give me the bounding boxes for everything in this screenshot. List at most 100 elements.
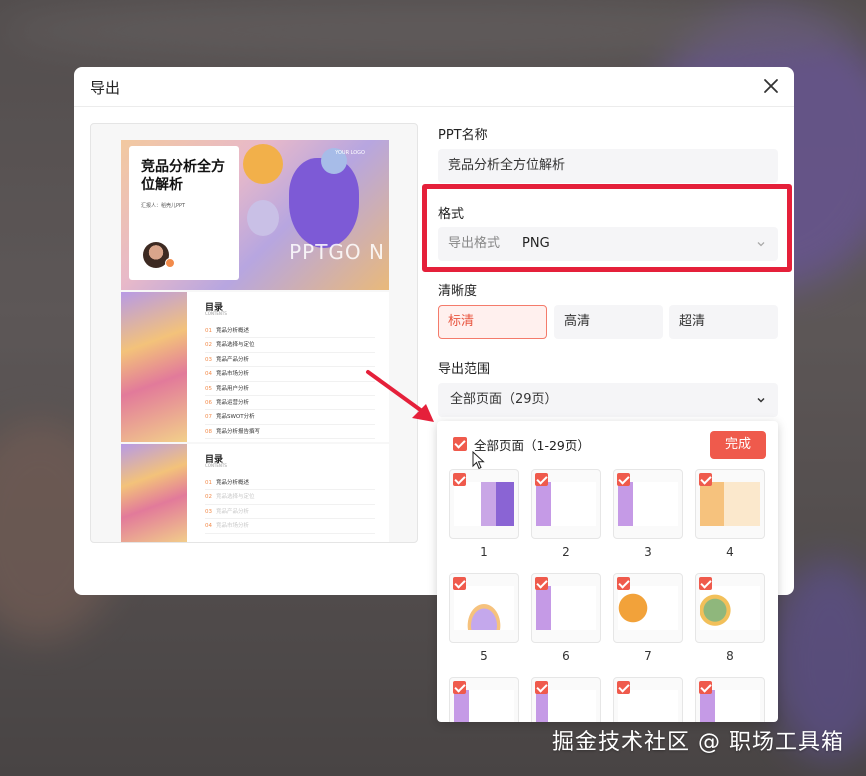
- watermark: 掘金技术社区 @ 职场工具箱: [552, 730, 844, 755]
- page-number: 3: [644, 545, 652, 559]
- toc-label: 竞品用户分析: [216, 385, 250, 392]
- toc-item: 03 竞品产品分析: [205, 505, 375, 520]
- highlight-box: [422, 184, 792, 272]
- page-number: 6: [562, 649, 570, 663]
- slide-preview-toc: 目录 CONTENTS 01 竞品分析概述 02 竞品选择与定位 03 竞品产品分析 …: [121, 444, 389, 542]
- page-checkbox[interactable]: [617, 577, 630, 590]
- toc-num: 03: [205, 508, 212, 515]
- page-number: 8: [726, 649, 734, 663]
- toc-label: 竞品产品分析: [216, 356, 250, 363]
- quality-option-standard[interactable]: 标清: [438, 305, 547, 339]
- thumbnail-image: [695, 573, 765, 643]
- toc-num: 08: [205, 428, 212, 435]
- page-thumbnail[interactable]: 11: [613, 677, 683, 722]
- page-checkbox[interactable]: [617, 681, 630, 694]
- thumb-content: [618, 586, 678, 630]
- toc-item: 01 竞品分析概述: [205, 324, 375, 339]
- thumbnail-image: [613, 469, 683, 539]
- cover-brand-text: PPTGO N: [289, 240, 385, 264]
- select-all-label[interactable]: 全部页面（1-29页）: [474, 435, 590, 454]
- toc-label: 竞品分析概述: [216, 480, 250, 486]
- page-thumbnail[interactable]: 1: [449, 469, 519, 559]
- toc-item: 04 竞品市场分析: [205, 519, 375, 534]
- cover-title-card: 竞品分析全方位解析 汇报人：稻壳儿PPT: [129, 146, 239, 280]
- page-thumbnail[interactable]: 3: [613, 469, 683, 559]
- range-select[interactable]: 全部页面（29页）: [438, 383, 778, 417]
- cover-subtitle: 汇报人：稻壳儿PPT: [141, 203, 186, 209]
- cover-title: 竞品分析全方位解析: [141, 159, 225, 193]
- toc-item: 02 竞品选择与定位: [205, 490, 375, 505]
- page-checkbox[interactable]: [699, 473, 712, 486]
- thumb-content: [454, 586, 514, 630]
- toc-item: 03 竞品产品分析: [205, 353, 375, 368]
- toc-num: 03: [205, 356, 212, 363]
- page-thumbnail[interactable]: 8: [695, 573, 765, 663]
- avatar-badge: [165, 258, 175, 268]
- toc-num: 05: [205, 385, 212, 392]
- thumb-content: [618, 482, 678, 526]
- thumbnail-image: [449, 677, 519, 722]
- divider: [74, 106, 794, 107]
- toc-num: 04: [205, 371, 212, 378]
- slide-preview-toc: 目录 CONTENTS 01 竞品分析概述 02 竞品选择与定位 03 竞品产品分析 …: [121, 292, 389, 442]
- page-checkbox[interactable]: [535, 577, 548, 590]
- thumb-content: [536, 482, 596, 526]
- toc-num: 01: [205, 480, 212, 486]
- toc-item: 01 竞品分析概述: [205, 476, 375, 491]
- toc-num: 06: [205, 399, 212, 406]
- page-checkbox[interactable]: [453, 473, 466, 486]
- toc-heading-en: CONTENTS: [205, 463, 227, 468]
- toc-list: 01 竞品分析概述 02 竞品选择与定位 03 竞品产品分析 04 竞品市场分析 05 竞…: [205, 324, 375, 440]
- page-thumbnail[interactable]: 4: [695, 469, 765, 559]
- page-thumbnail[interactable]: 7: [613, 573, 683, 663]
- quality-option-ultra[interactable]: 超清: [669, 305, 778, 339]
- toc-num: 01: [205, 328, 212, 334]
- quality-option-high[interactable]: 高清: [554, 305, 663, 339]
- toc-label: 竞品市场分析: [216, 523, 250, 530]
- slide-preview-panel[interactable]: 竞品分析全方位解析 汇报人：稻壳儿PPT YOUR LOGO PPTGO N 目…: [90, 123, 418, 543]
- done-button[interactable]: 完成: [710, 431, 766, 459]
- toc-num: 07: [205, 414, 212, 421]
- page-checkbox[interactable]: [453, 681, 466, 694]
- annotation-arrow-icon: [366, 370, 434, 422]
- toc-item: 05 竞品用户分析: [205, 382, 375, 396]
- ppt-name-field[interactable]: 竞品分析全方位解析: [438, 149, 778, 183]
- toc-art: [121, 292, 187, 442]
- mouse-cursor-icon: [472, 451, 485, 470]
- page-thumbnail[interactable]: 6: [531, 573, 601, 663]
- thumb-content: [536, 690, 596, 722]
- thumb-content: [700, 482, 760, 526]
- thumbnail-image: [613, 573, 683, 643]
- page-checkbox[interactable]: [699, 681, 712, 694]
- page-thumbnail[interactable]: 2: [531, 469, 601, 559]
- page-checkbox[interactable]: [535, 473, 548, 486]
- thumbnail-image: [695, 677, 765, 722]
- close-icon[interactable]: [758, 73, 784, 99]
- cover-logo-tag: YOUR LOGO: [335, 150, 365, 156]
- page-thumbnail[interactable]: 10: [531, 677, 601, 722]
- toc-item: 06 竞品运营分析: [205, 396, 375, 411]
- ppt-name-label: PPT名称: [438, 128, 488, 143]
- thumb-content: [700, 690, 760, 722]
- toc-list: 01 竞品分析概述 02 竞品选择与定位 03 竞品产品分析 04 竞品市场分析: [205, 476, 375, 534]
- page-thumbnail[interactable]: 9: [449, 677, 519, 722]
- thumbnail-image: [449, 469, 519, 539]
- thumbnail-image: [531, 573, 601, 643]
- thumb-content: [700, 586, 760, 630]
- thumbnail-image: [531, 677, 601, 722]
- page-thumbnail[interactable]: 5: [449, 573, 519, 663]
- toc-num: 02: [205, 342, 212, 349]
- thumb-content: [536, 586, 596, 630]
- page-thumbnail[interactable]: 12: [695, 677, 765, 722]
- page-number: 7: [644, 649, 652, 663]
- toc-heading-en: CONTENTS: [205, 311, 227, 316]
- page-range-dropdown: 全部页面（1-29页） 完成 1 2 3 4 5 6 7 8: [437, 421, 778, 722]
- page-checkbox[interactable]: [453, 577, 466, 590]
- toc-label: 竞品分析报告撰写: [216, 428, 261, 435]
- page-checkbox[interactable]: [535, 681, 548, 694]
- page-checkbox[interactable]: [617, 473, 630, 486]
- range-value: 全部页面（29页）: [450, 392, 558, 407]
- select-all-checkbox[interactable]: [453, 437, 467, 451]
- page-checkbox[interactable]: [699, 577, 712, 590]
- close-icon-svg: [764, 79, 778, 93]
